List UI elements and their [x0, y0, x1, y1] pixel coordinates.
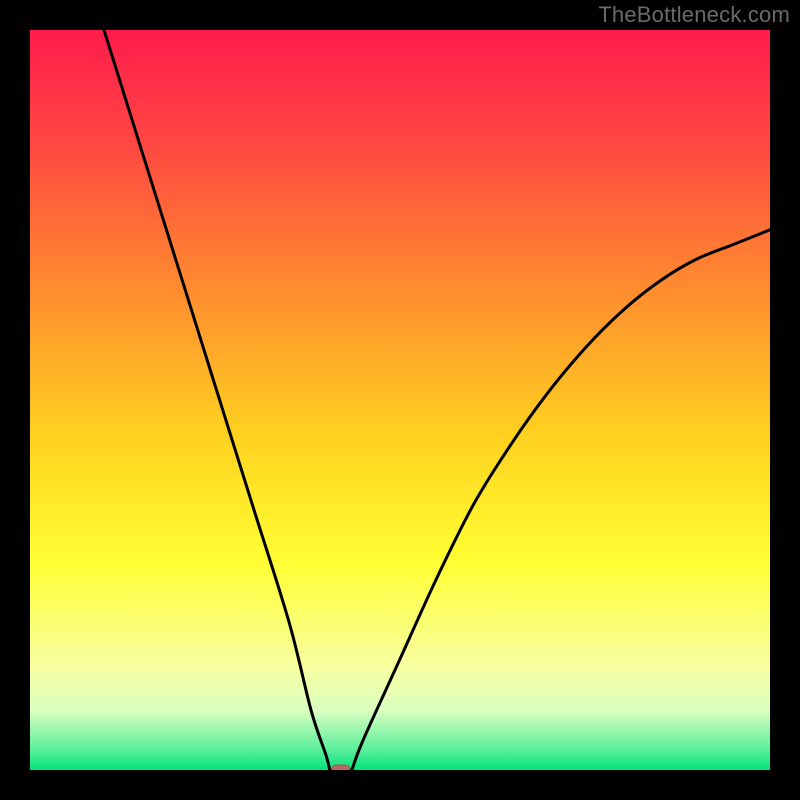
- watermark-text: TheBottleneck.com: [598, 2, 790, 28]
- optimum-marker: [332, 765, 350, 770]
- chart-frame: TheBottleneck.com: [0, 0, 800, 800]
- bottleneck-chart: [30, 30, 770, 770]
